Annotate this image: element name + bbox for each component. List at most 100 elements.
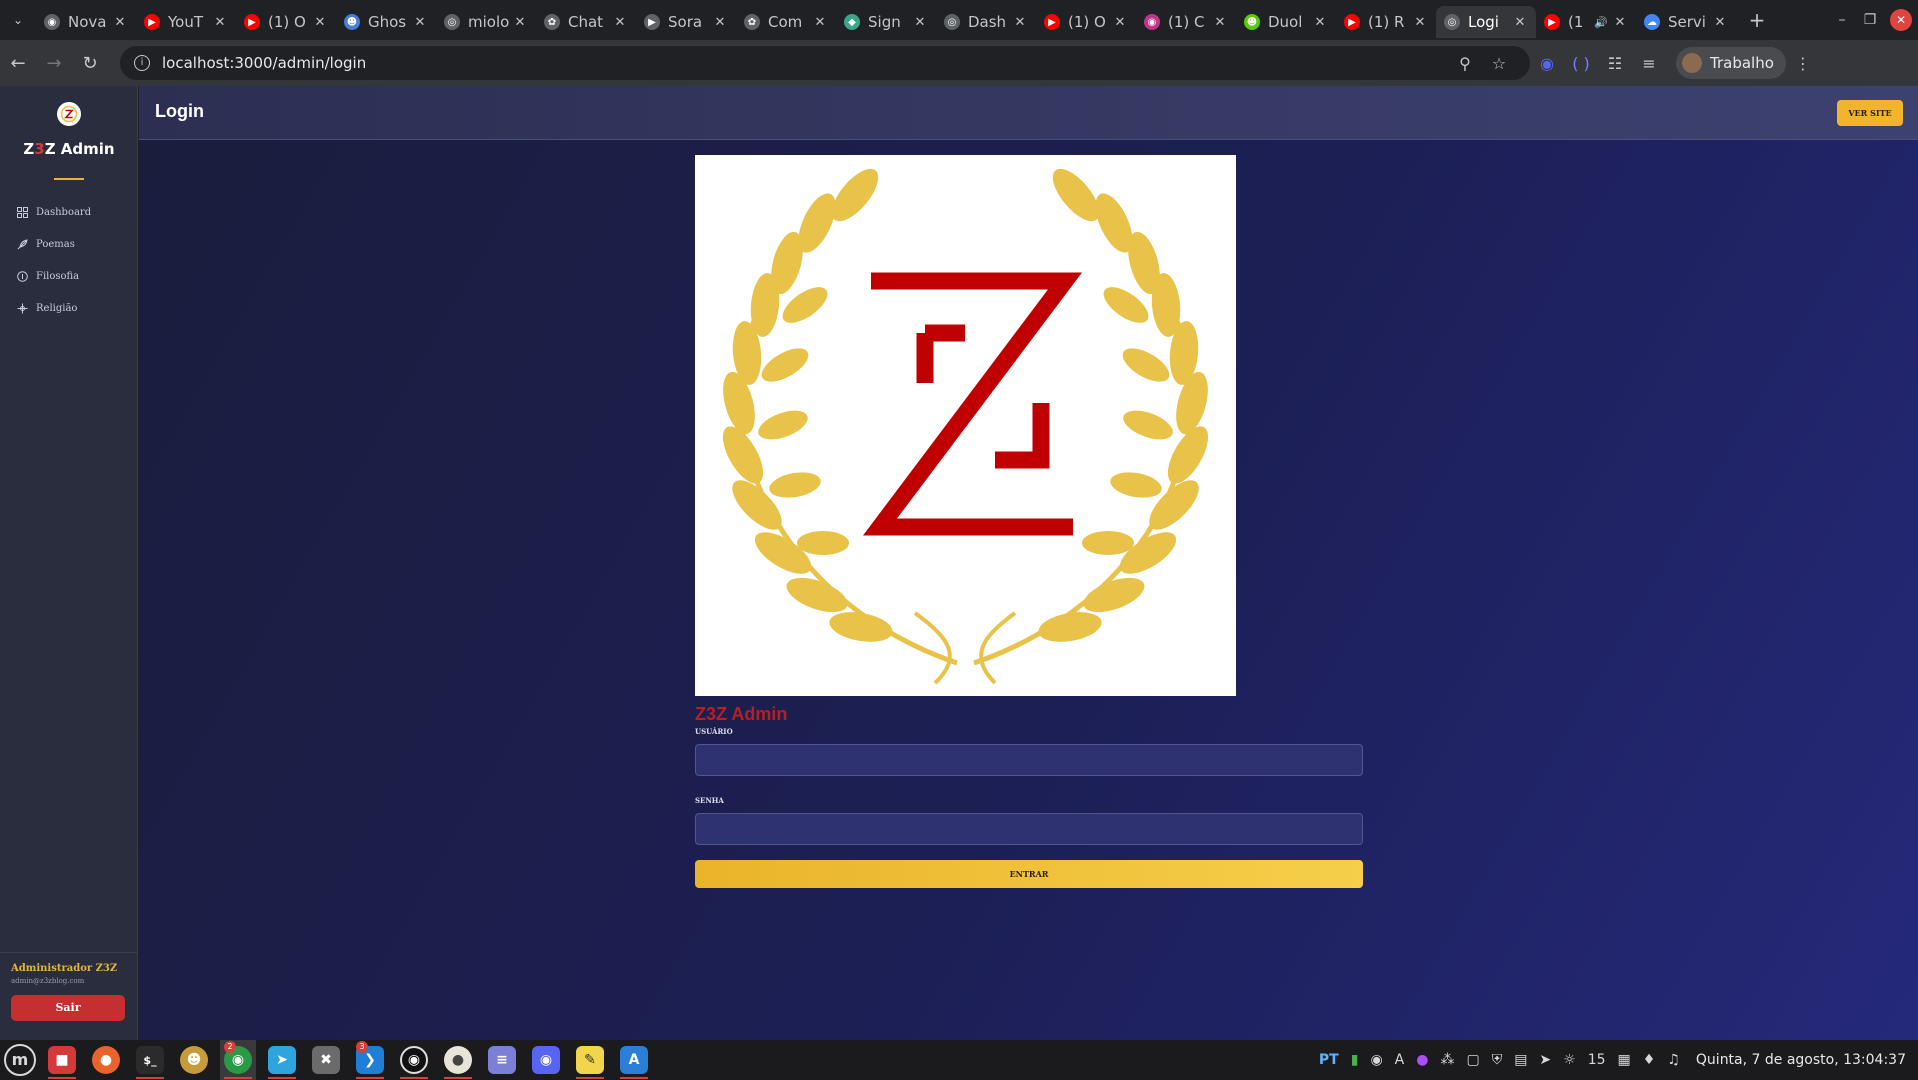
taskbar-notes[interactable]: ✎ <box>572 1040 608 1080</box>
taskbar-telegram[interactable]: ➤ <box>264 1040 300 1080</box>
close-tab-icon[interactable]: ✕ <box>1612 15 1628 30</box>
keyboard-layout[interactable]: PT <box>1319 1052 1339 1068</box>
taskbar-chrome[interactable]: ◉ 2 <box>220 1040 256 1080</box>
tab-search-chevron-icon[interactable]: ⌄ <box>0 0 36 40</box>
close-window-icon[interactable]: ✕ <box>1890 9 1912 31</box>
speaker-icon[interactable]: 🔊 <box>1594 16 1608 29</box>
site-info-icon[interactable]: i <box>134 55 150 71</box>
tab-3[interactable]: ☻ Ghos ✕ <box>336 6 436 38</box>
tab-8[interactable]: ◆ Sign ✕ <box>836 6 936 38</box>
close-tab-icon[interactable]: ✕ <box>812 15 828 30</box>
close-tab-icon[interactable]: ✕ <box>1512 15 1528 30</box>
media-queue-icon[interactable]: ≡ <box>1632 54 1666 73</box>
close-tab-icon[interactable]: ✕ <box>312 15 328 30</box>
maximize-icon[interactable]: ❐ <box>1856 12 1884 28</box>
url-text[interactable]: localhost:3000/admin/login <box>162 54 1448 72</box>
tab-0[interactable]: ◉ Nova ✕ <box>36 6 136 38</box>
mint-menu-icon[interactable]: m <box>4 1044 36 1076</box>
close-tab-icon[interactable]: ✕ <box>1712 15 1728 30</box>
taskbar-font-app[interactable]: A <box>616 1040 652 1080</box>
forward-arrow-icon[interactable]: → <box>36 53 72 74</box>
brackets-extension-icon[interactable]: ( ) <box>1564 54 1598 73</box>
reload-icon[interactable]: ↻ <box>72 53 108 74</box>
notes-tray-icon[interactable]: ▤ <box>1514 1052 1527 1068</box>
tab-5[interactable]: ✿ Chat ✕ <box>536 6 636 38</box>
profile-chip[interactable]: Trabalho <box>1676 47 1786 79</box>
logout-button[interactable]: Sair <box>11 995 125 1021</box>
sidebar-item-dashboard[interactable]: Dashboard <box>0 196 138 228</box>
tab-2[interactable]: ▶ (1) O ✕ <box>236 6 336 38</box>
close-tab-icon[interactable]: ✕ <box>412 15 428 30</box>
taskbar-app-egg[interactable]: ● <box>440 1040 476 1080</box>
sidebar-logo[interactable] <box>57 102 81 126</box>
clipboard-icon[interactable]: ▢ <box>1466 1052 1479 1068</box>
browser-menu-kebab-icon[interactable]: ⋮ <box>1786 54 1820 73</box>
tab-16[interactable]: ☁ Servi ✕ <box>1636 6 1736 38</box>
bell-icon[interactable]: ♦ <box>1643 1052 1656 1068</box>
tab-7[interactable]: ✿ Com ✕ <box>736 6 836 38</box>
sidebar-item-poemas[interactable]: Poemas <box>0 228 138 260</box>
taskbar-terminal[interactable]: $_ <box>132 1040 168 1080</box>
close-tab-icon[interactable]: ✕ <box>512 15 528 30</box>
close-tab-icon[interactable]: ✕ <box>612 15 628 30</box>
tab-11[interactable]: ◉ (1) C ✕ <box>1136 6 1236 38</box>
entrar-button[interactable]: ENTRAR <box>695 860 1363 888</box>
tab-12[interactable]: ☻ Duol ✕ <box>1236 6 1336 38</box>
font-tray-icon[interactable]: A <box>1395 1052 1405 1068</box>
close-tab-icon[interactable]: ✕ <box>1312 15 1328 30</box>
new-tab-plus-icon[interactable]: + <box>1742 8 1772 32</box>
discord-extension-icon[interactable]: ◉ <box>1530 54 1564 73</box>
tab-9[interactable]: ◎ Dash ✕ <box>936 6 1036 38</box>
username-field[interactable] <box>695 744 1363 776</box>
sidebar-item-religiao[interactable]: Religião <box>0 292 138 324</box>
music-note-icon[interactable]: ♫ <box>1667 1052 1680 1068</box>
tab-6[interactable]: ▶ Sora ✕ <box>636 6 736 38</box>
shield-icon[interactable]: ⛨ <box>1492 1052 1503 1068</box>
sidebar-item-filosofia[interactable]: Filosofia <box>0 260 138 292</box>
telegram-tray-icon[interactable]: ➤ <box>1539 1052 1551 1068</box>
discord-tray-icon[interactable]: ◉ <box>1370 1052 1382 1068</box>
notification-count[interactable]: 15 <box>1588 1052 1606 1068</box>
window-controls: – ❐ ✕ <box>1828 0 1918 40</box>
firefox-tray-icon[interactable]: ● <box>1416 1052 1428 1068</box>
tab-1[interactable]: ▶ YouT ✕ <box>136 6 236 38</box>
clock[interactable]: Quinta, 7 de agosto, 13:04:37 <box>1696 1052 1906 1068</box>
close-tab-icon[interactable]: ✕ <box>912 15 928 30</box>
close-tab-icon[interactable]: ✕ <box>112 15 128 30</box>
taskbar-files[interactable]: ■ <box>44 1040 80 1080</box>
network-icon[interactable]: ☼ <box>1563 1052 1576 1068</box>
tab-10[interactable]: ▶ (1) O ✕ <box>1036 6 1136 38</box>
profile-avatar <box>1682 53 1702 73</box>
zoom-magnifier-icon[interactable]: ⚲ <box>1448 54 1482 73</box>
tab-14[interactable]: ◎ Logi ✕ <box>1436 6 1536 38</box>
tab-13[interactable]: ▶ (1) R ✕ <box>1336 6 1436 38</box>
window-list-icon[interactable]: ▦ <box>1618 1052 1631 1068</box>
address-bar[interactable]: i localhost:3000/admin/login ⚲ ☆ <box>120 46 1530 80</box>
minimize-icon[interactable]: – <box>1828 12 1856 28</box>
bluetooth-icon[interactable]: ⁂ <box>1440 1052 1454 1068</box>
taskbar-text-editor[interactable]: ≡ <box>484 1040 520 1080</box>
taskbar-settings[interactable]: ✖ <box>308 1040 344 1080</box>
globe-icon: ◎ <box>1444 14 1460 30</box>
close-tab-icon[interactable]: ✕ <box>1212 15 1228 30</box>
close-tab-icon[interactable]: ✕ <box>712 15 728 30</box>
tab-15[interactable]: ▶ (1 🔊 ✕ <box>1536 6 1636 38</box>
close-tab-icon[interactable]: ✕ <box>1112 15 1128 30</box>
taskbar-discord[interactable]: ◉ <box>528 1040 564 1080</box>
tab-title: Logi <box>1468 13 1499 31</box>
taskbar-firefox[interactable]: ● <box>88 1040 124 1080</box>
bookmark-star-icon[interactable]: ☆ <box>1482 54 1516 73</box>
brand-prefix: Z <box>23 140 35 158</box>
taskbar-app-avatar[interactable]: ☻ <box>176 1040 212 1080</box>
extensions-puzzle-icon[interactable]: ☷ <box>1598 54 1632 73</box>
back-arrow-icon[interactable]: ← <box>0 53 36 74</box>
taskbar-obs[interactable]: ◉ <box>396 1040 432 1080</box>
close-tab-icon[interactable]: ✕ <box>1412 15 1428 30</box>
close-tab-icon[interactable]: ✕ <box>212 15 228 30</box>
taskbar-vscode[interactable]: ❯ 3 <box>352 1040 388 1080</box>
ver-site-button[interactable]: VER SITE <box>1837 100 1903 126</box>
password-field[interactable] <box>695 813 1363 845</box>
close-tab-icon[interactable]: ✕ <box>1012 15 1028 30</box>
tab-4[interactable]: ◎ miolo ✕ <box>436 6 536 38</box>
battery-icon[interactable]: ▮ <box>1351 1052 1359 1068</box>
